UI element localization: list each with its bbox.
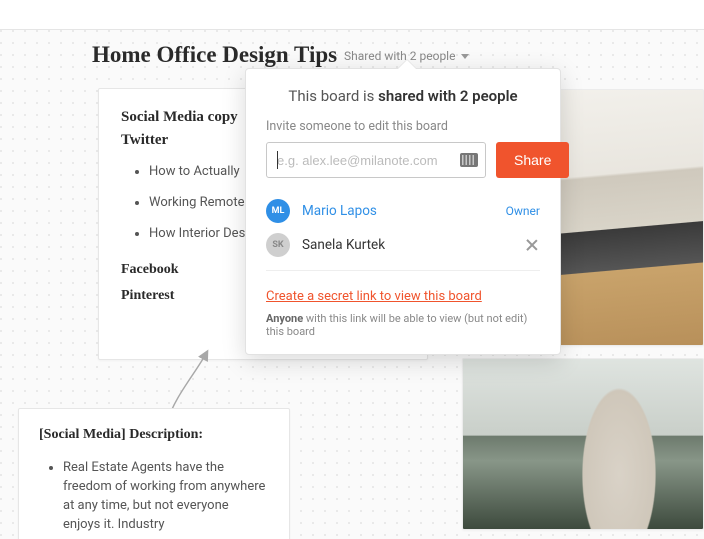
popover-headline: This board is shared with 2 people <box>266 87 540 105</box>
app-topbar <box>0 0 704 30</box>
person-role: Owner <box>506 204 540 218</box>
avatar: SK <box>266 233 290 257</box>
board-title: Home Office Design Tips <box>92 42 337 68</box>
text-cursor <box>277 151 278 169</box>
list-item: Real Estate Agents have the freedom of w… <box>63 459 269 534</box>
invite-email-input[interactable] <box>266 142 486 178</box>
note-rest: with this link will be able to view (but… <box>266 312 527 338</box>
contacts-icon[interactable] <box>460 153 478 167</box>
divider <box>266 270 540 271</box>
board-canvas[interactable]: Home Office Design Tips Shared with 2 pe… <box>0 30 704 539</box>
remove-person-button[interactable] <box>524 237 540 253</box>
chevron-down-icon <box>461 54 469 59</box>
share-popover: This board is shared with 2 people Invit… <box>245 68 561 355</box>
person-name[interactable]: Mario Lapos <box>302 203 506 219</box>
share-button[interactable]: Share <box>496 142 569 178</box>
card-social-description[interactable]: [Social Media] Description: Real Estate … <box>18 408 290 539</box>
create-secret-link[interactable]: Create a secret link to view this board <box>266 289 482 304</box>
person-name: Sanela Kurtek <box>302 237 524 253</box>
headline-bold: shared with 2 people <box>378 87 517 105</box>
image-card-street[interactable] <box>462 358 704 530</box>
headline-prefix: This board is <box>288 87 378 105</box>
person-row-owner: ML Mario Lapos Owner <box>266 194 540 228</box>
card-heading: [Social Media] Description: <box>39 427 269 443</box>
note-bold: Anyone <box>266 312 303 325</box>
description-list: Real Estate Agents have the freedom of w… <box>39 459 269 534</box>
invite-label: Invite someone to edit this board <box>266 119 540 134</box>
secret-link-note: Anyone with this link will be able to vi… <box>266 312 540 338</box>
avatar: ML <box>266 199 290 223</box>
person-row: SK Sanela Kurtek <box>266 228 540 262</box>
